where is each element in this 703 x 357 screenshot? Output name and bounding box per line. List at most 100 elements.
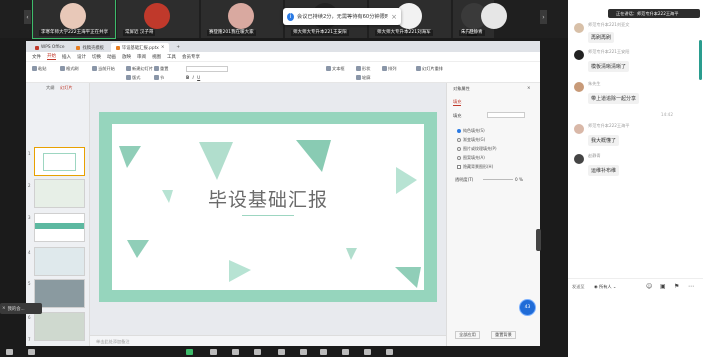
section-button[interactable]: 节: [154, 74, 164, 81]
format-painter-button[interactable]: 格式刷: [60, 65, 79, 72]
fill-option-gradient[interactable]: 渐变填充(G): [457, 137, 485, 143]
settings-icon[interactable]: [386, 349, 393, 355]
close-icon[interactable]: ×: [527, 85, 531, 90]
menu-view[interactable]: 视图: [152, 54, 161, 60]
slide[interactable]: 毕设基础汇报: [99, 112, 437, 302]
reorder-slides-button[interactable]: 幻灯片重排: [416, 65, 443, 72]
message-sender: 师范专升本221刘亚文: [588, 22, 630, 27]
slide-thumbnail-3[interactable]: [34, 213, 85, 242]
share-screen-icon[interactable]: [186, 349, 193, 355]
option-label: 图片或纹理填充(P): [463, 146, 497, 151]
fill-option-picture[interactable]: 图片或纹理填充(P): [457, 146, 497, 152]
italic-icon[interactable]: I: [193, 75, 194, 80]
outline-button[interactable]: 轮廓: [356, 74, 370, 81]
layout-icon[interactable]: [342, 349, 349, 355]
tab-fill[interactable]: 填充: [453, 99, 462, 106]
menu-design[interactable]: 设计: [77, 54, 86, 60]
fill-option-pattern[interactable]: 图案填充(A): [457, 155, 485, 161]
message-sender: 师范专升本221王安阳: [588, 49, 630, 54]
mini-toast[interactable]: × 我的会...: [0, 303, 42, 314]
tab-label: WPS Office: [41, 45, 65, 50]
close-icon[interactable]: ×: [161, 45, 165, 50]
new-slide-button[interactable]: 新建幻灯片: [126, 65, 153, 72]
status-badge[interactable]: 43: [519, 299, 536, 316]
new-tab-button[interactable]: +: [171, 43, 185, 52]
record-icon[interactable]: [232, 349, 239, 355]
participants-icon[interactable]: [254, 349, 261, 355]
apps-icon[interactable]: [300, 349, 307, 355]
more-icon[interactable]: ⋯: [688, 283, 694, 290]
shape-button[interactable]: 形状: [356, 65, 370, 72]
chat-input[interactable]: [572, 295, 699, 350]
close-icon[interactable]: ×: [391, 13, 397, 21]
tab-slides[interactable]: 幻灯片: [60, 85, 73, 91]
video-tile[interactable]: 赵静青: [455, 0, 537, 38]
slide-thumbnail-4[interactable]: [34, 247, 85, 276]
arrange-icon: [382, 66, 387, 71]
strip-prev-icon[interactable]: ‹: [24, 10, 31, 24]
transparency-slider[interactable]: [483, 179, 513, 180]
slide-thumbnail-6[interactable]: [34, 312, 85, 341]
camera-icon[interactable]: [28, 349, 35, 355]
arrange-button[interactable]: 排列: [382, 65, 396, 72]
file-icon[interactable]: ⚑: [674, 283, 679, 290]
security-icon[interactable]: [210, 349, 217, 355]
layout-button[interactable]: 版式: [126, 74, 140, 81]
notes-area[interactable]: 单击此处添加备注: [90, 335, 446, 346]
recipient-select[interactable]: ◉ 所有人 ⌄: [594, 284, 616, 290]
chat-icon[interactable]: [278, 349, 285, 355]
strip-next-icon[interactable]: ›: [540, 10, 547, 24]
menu-home[interactable]: 开始: [47, 53, 56, 60]
close-icon[interactable]: ×: [2, 306, 6, 311]
slide-content-area[interactable]: 毕设基础汇报: [112, 124, 424, 290]
panel-title: 对象属性: [453, 86, 470, 91]
collapse-handle[interactable]: [536, 229, 541, 251]
slide-thumbnail-2[interactable]: [34, 179, 85, 208]
video-tile[interactable]: 常屏近 汉子哥: [117, 0, 199, 38]
tab-template[interactable]: 找稿壳模板: [71, 43, 108, 52]
chat-scrollbar[interactable]: [699, 40, 702, 80]
menu-member[interactable]: 会员专享: [182, 54, 200, 60]
reset-button[interactable]: 重置: [154, 65, 168, 72]
apply-all-button[interactable]: 全部应用: [455, 331, 480, 339]
reset-background-button[interactable]: 重置背景: [491, 331, 516, 339]
mic-icon[interactable]: [6, 349, 13, 355]
tab-wps-office[interactable]: WPS Office: [30, 43, 69, 52]
paste-button[interactable]: 粘贴: [32, 65, 46, 72]
slide-number: 7: [28, 337, 31, 342]
emoji-icon[interactable]: ☺: [646, 283, 652, 290]
underline-icon[interactable]: U: [197, 75, 200, 80]
reactions-icon[interactable]: [364, 349, 371, 355]
menu-animation[interactable]: 动画: [107, 54, 116, 60]
transparency-value[interactable]: 0 %: [515, 177, 523, 182]
whiteboard-icon[interactable]: [320, 349, 327, 355]
tab-presentation[interactable]: 毕设基础汇报.pptx ×: [110, 43, 170, 52]
tool-label: 版式: [132, 74, 141, 80]
slide-canvas[interactable]: 毕设基础汇报 单击此处添加备注: [90, 83, 446, 346]
menu-tools[interactable]: 工具: [167, 54, 176, 60]
speaking-indicator: 正在讲话：师范专升本222王海平: [608, 9, 700, 18]
font-select[interactable]: [186, 65, 228, 72]
meeting-toast: i 会议已持续2分，无需等待有60分钟限时会议 ×: [283, 8, 401, 25]
font-style-buttons[interactable]: B I U: [186, 74, 200, 81]
video-tile[interactable]: 李寒年师大学222王海平正在共享: [32, 0, 116, 39]
tab-outline[interactable]: 大纲: [46, 85, 54, 91]
video-tile[interactable]: 赛登隆201我在暖大家: [201, 0, 283, 38]
start-here-button[interactable]: 当前开始: [92, 65, 115, 72]
textbox-button[interactable]: 文本框: [326, 65, 345, 72]
image-icon[interactable]: ▣: [660, 283, 666, 290]
recipient-label: 所有人: [599, 284, 612, 289]
hide-background-checkbox[interactable]: 隐藏背景图形(H): [457, 164, 493, 170]
menu-file[interactable]: 文件: [32, 54, 41, 60]
fill-option-solid[interactable]: 纯色填充(S): [457, 128, 485, 134]
reset-icon: [154, 66, 159, 71]
menu-slideshow[interactable]: 放映: [122, 54, 131, 60]
bold-icon[interactable]: B: [186, 75, 189, 80]
menu-transition[interactable]: 切换: [92, 54, 101, 60]
menu-insert[interactable]: 插入: [62, 54, 71, 60]
fill-dropdown[interactable]: [487, 112, 525, 118]
font-controls[interactable]: [186, 65, 228, 72]
slide-thumbnail-1[interactable]: [34, 147, 85, 176]
slide-title[interactable]: 毕设基础汇报: [112, 185, 424, 212]
menu-review[interactable]: 审阅: [137, 54, 146, 60]
